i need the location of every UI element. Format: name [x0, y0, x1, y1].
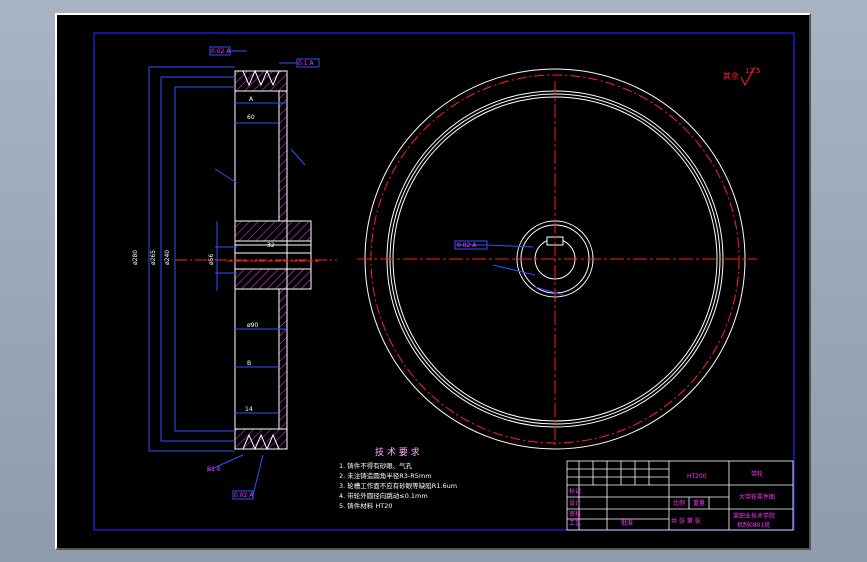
rim-top-hatch [234, 70, 288, 92]
tb-sheet: 共 张 第 张 [671, 517, 701, 525]
roughness-value: 12.5 [745, 67, 761, 75]
tb-mark: 标记 [569, 487, 581, 495]
drawing-canvas[interactable]: ø280 ø265 ø240 ø56 A 60 ø90 B 14 32 0.02… [55, 13, 811, 550]
tb-scale: 比例 [673, 499, 685, 507]
tb-process: 工艺 [569, 519, 581, 527]
web-upper-hatch [278, 90, 288, 222]
dim-hub-key: 0.02 A [457, 242, 477, 249]
web-lower-hatch [278, 288, 288, 430]
tech-req-item-5: 5. 铸件材料 HT20 [339, 501, 392, 510]
rim-bottom-hatch [234, 428, 288, 450]
tb-design: 设计 [569, 499, 581, 507]
drawing-frame [93, 32, 795, 531]
tb-weight: 重量 [693, 499, 705, 507]
drawing-svg: ø280 ø265 ø240 ø56 A 60 ø90 B 14 32 0.02… [93, 32, 795, 531]
svg-text:A: A [249, 96, 254, 103]
tb-material: HT200 [687, 473, 707, 480]
tb-check: 审核 [569, 510, 581, 518]
tb-school: 某职业技术学院 [733, 512, 775, 520]
section-view [175, 69, 337, 451]
tech-req-title: 技 术 要 求 [375, 446, 420, 458]
tech-req-item-4: 4. 带轮外圆径向跳动≤0.1mm [339, 491, 428, 500]
dim-bottom-left: 0.02 A [234, 492, 254, 499]
roughness-symbol: 其余 12.5 [723, 66, 761, 87]
svg-text:60: 60 [247, 114, 255, 121]
tb-drawing-name: 大带轮零件图 [739, 493, 775, 501]
tech-requirements: 技 术 要 求 1. 铸件不得有砂眼、气孔 2. 未注铸造圆角半径R3-R5mm… [339, 446, 457, 510]
dim-bottom-right: R1.6 [207, 466, 221, 473]
svg-text:ø240: ø240 [164, 250, 171, 265]
svg-text:ø56: ø56 [208, 254, 215, 265]
tech-req-item-2: 2. 未注铸造圆角半径R3-R5mm [339, 471, 432, 480]
tech-req-item-3: 3. 轮槽工作面不应有砂眼等缺陷R1.6um [339, 481, 457, 490]
svg-text:ø90: ø90 [247, 322, 258, 329]
hub-lower-hatch [234, 268, 312, 290]
cad-viewport: ø280 ø265 ø240 ø56 A 60 ø90 B 14 32 0.02… [0, 0, 867, 562]
tb-approve: 批准 [621, 519, 633, 527]
svg-text:ø280: ø280 [132, 250, 139, 265]
tb-part-name: 带轮 [751, 470, 763, 478]
dim-top-tol: 0.02 A [211, 48, 231, 55]
hub-upper-hatch [234, 220, 312, 242]
svg-text:14: 14 [245, 406, 253, 413]
front-view: 0.02 A [357, 68, 757, 450]
tb-class: 机制0801班 [737, 521, 770, 529]
svg-text:32: 32 [267, 242, 275, 249]
svg-text:ø265: ø265 [150, 250, 157, 265]
tech-req-item-1: 1. 铸件不得有砂眼、气孔 [339, 461, 413, 470]
roughness-note: 其余 [723, 71, 739, 81]
title-block-text: HT200 带轮 大带轮零件图 某职业技术学院 机制0801班 比例 重量 共 … [569, 470, 775, 529]
dim-top-right: 0.1 A [298, 60, 314, 67]
svg-text:B: B [247, 360, 251, 367]
